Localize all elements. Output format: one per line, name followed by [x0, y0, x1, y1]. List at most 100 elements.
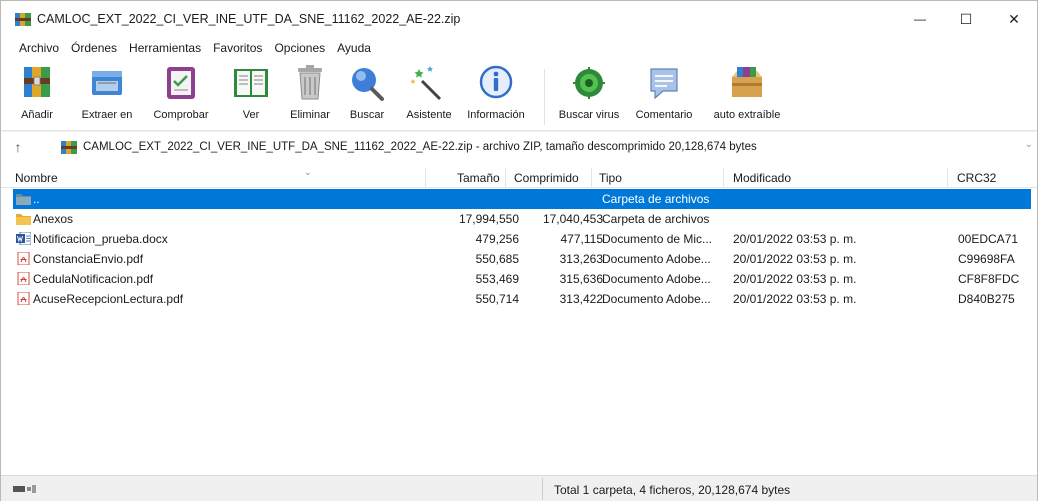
- comment-button[interactable]: Comentario: [631, 63, 697, 129]
- up-folder-button[interactable]: ↑: [9, 139, 27, 155]
- delete-label: Eliminar: [290, 109, 330, 121]
- add-archive-icon: [24, 67, 50, 97]
- winrar-app-icon: [15, 13, 31, 26]
- maximize-button[interactable]: ☐: [943, 1, 989, 37]
- row-name: Anexos: [33, 212, 74, 226]
- winrar-window: CAMLOC_EXT_2022_CI_VER_INE_UTF_DA_SNE_11…: [0, 0, 1038, 501]
- table-row[interactable]: CedulaNotificacion.pdf 553,469 315,636 D…: [13, 269, 1031, 289]
- window-title: CAMLOC_EXT_2022_CI_VER_INE_UTF_DA_SNE_11…: [37, 12, 461, 26]
- row-size: 479,256: [475, 232, 519, 246]
- sfx-label: auto extraíble: [713, 109, 781, 121]
- drive-status-icon[interactable]: [13, 484, 37, 494]
- table-row[interactable]: Anexos 17,994,550 17,040,453 Carpeta de …: [13, 209, 1031, 229]
- virus-scan-button[interactable]: Buscar virus: [553, 63, 625, 129]
- row-packed: 313,422: [559, 292, 603, 306]
- column-divider[interactable]: [425, 168, 426, 188]
- extract-folder-icon: [92, 71, 122, 95]
- add-button[interactable]: Añadir: [15, 63, 59, 129]
- view-button[interactable]: Ver: [229, 63, 273, 129]
- pdf-icon: [17, 252, 30, 265]
- info-label: Información: [467, 109, 525, 121]
- info-button[interactable]: Información: [461, 63, 531, 129]
- table-row[interactable]: AcuseRecepcionLectura.pdf 550,714 313,42…: [13, 289, 1031, 309]
- table-row-parent[interactable]: .. Carpeta de archivos: [13, 189, 1031, 209]
- column-type[interactable]: Tipo: [599, 171, 622, 185]
- menu-bar: Archivo Órdenes Herramientas Favoritos O…: [1, 37, 1037, 59]
- column-header-row: Nombre ⌄ Tamaño Comprimido Tipo Modifica…: [1, 167, 1037, 188]
- row-crc: D840B275: [958, 292, 1015, 306]
- wizard-wand-icon: [410, 66, 442, 101]
- table-row[interactable]: Notificacion_prueba.docx 479,256 477,115…: [13, 229, 1031, 249]
- column-divider[interactable]: [947, 168, 948, 188]
- row-packed: 477,115: [560, 232, 604, 246]
- extract-to-button[interactable]: Extraer en: [78, 63, 136, 129]
- column-name[interactable]: Nombre: [15, 171, 58, 185]
- row-packed: 313,263: [559, 252, 603, 266]
- column-divider[interactable]: [591, 168, 592, 188]
- title-bar: CAMLOC_EXT_2022_CI_VER_INE_UTF_DA_SNE_11…: [1, 1, 1037, 37]
- zip-archive-icon: [61, 140, 77, 154]
- delete-button[interactable]: Eliminar: [284, 63, 336, 129]
- up-arrow-icon: ↑: [14, 139, 22, 155]
- status-divider: [542, 478, 543, 500]
- chevron-down-icon[interactable]: ⌄: [1025, 139, 1033, 150]
- view-book-icon: [234, 69, 268, 97]
- minimize-icon: —: [914, 12, 926, 26]
- column-divider[interactable]: [723, 168, 724, 188]
- address-bar: ↑ CAMLOC_EXT_2022_CI_VER_INE_UTF_DA_SNE_…: [1, 132, 1037, 162]
- row-name: ConstanciaEnvio.pdf: [33, 252, 144, 266]
- row-modified: 20/01/2022 03:53 p. m.: [733, 232, 857, 246]
- menu-archivo[interactable]: Archivo: [13, 37, 65, 59]
- magnifier-icon: [352, 68, 384, 101]
- test-button[interactable]: Comprobar: [149, 63, 213, 129]
- row-size: 17,994,550: [458, 212, 519, 226]
- row-crc: C99698FA: [958, 252, 1015, 266]
- address-text: CAMLOC_EXT_2022_CI_VER_INE_UTF_DA_SNE_11…: [83, 141, 757, 153]
- column-size[interactable]: Tamaño: [457, 171, 500, 185]
- menu-opciones[interactable]: Opciones: [268, 37, 331, 59]
- close-icon: ✕: [1008, 10, 1020, 27]
- address-field[interactable]: CAMLOC_EXT_2022_CI_VER_INE_UTF_DA_SNE_11…: [57, 136, 1033, 158]
- info-icon: [479, 65, 513, 99]
- row-packed: 17,040,453: [542, 212, 603, 226]
- row-type: Carpeta de archivos: [602, 212, 710, 226]
- test-checklist-icon: [167, 67, 195, 99]
- view-label: Ver: [242, 109, 260, 121]
- column-crc[interactable]: CRC32: [957, 171, 996, 185]
- comment-icon: [650, 68, 678, 100]
- status-summary: Total 1 carpeta, 4 ficheros, 20,128,674 …: [554, 483, 791, 497]
- column-packed[interactable]: Comprimido: [514, 171, 579, 185]
- wizard-button[interactable]: Asistente: [401, 63, 457, 129]
- menu-herramientas[interactable]: Herramientas: [123, 37, 207, 59]
- row-packed: 315,636: [559, 272, 603, 286]
- toolbar: Añadir Extraer en Comprobar Ver Eliminar…: [1, 59, 1037, 131]
- row-modified: 20/01/2022 03:53 p. m.: [733, 292, 857, 306]
- add-label: Añadir: [21, 109, 53, 121]
- comment-label: Comentario: [635, 109, 693, 121]
- sfx-button[interactable]: auto extraíble: [707, 63, 787, 129]
- menu-ordenes[interactable]: Órdenes: [65, 37, 123, 59]
- row-size: 550,714: [475, 292, 519, 306]
- maximize-icon: ☐: [959, 10, 973, 27]
- pdf-icon: [17, 292, 30, 305]
- row-modified: 20/01/2022 03:53 p. m.: [733, 252, 857, 266]
- menu-ayuda[interactable]: Ayuda: [331, 37, 377, 59]
- close-button[interactable]: ✕: [991, 1, 1037, 37]
- pdf-icon: [17, 272, 30, 285]
- row-size: 553,469: [475, 272, 519, 286]
- row-name: AcuseRecepcionLectura.pdf: [33, 292, 184, 306]
- table-row[interactable]: ConstanciaEnvio.pdf 550,685 313,263 Docu…: [13, 249, 1031, 269]
- wizard-label: Asistente: [406, 109, 452, 121]
- folder-icon: [16, 214, 31, 225]
- minimize-button[interactable]: —: [897, 1, 943, 37]
- row-name: ..: [33, 192, 40, 206]
- test-label: Comprobar: [153, 109, 209, 121]
- menu-favoritos[interactable]: Favoritos: [207, 37, 268, 59]
- column-modified[interactable]: Modificado: [733, 171, 791, 185]
- row-crc: CF8F8FDC: [958, 272, 1020, 286]
- find-button[interactable]: Buscar: [345, 63, 389, 129]
- sfx-box-icon: [732, 67, 762, 97]
- column-divider[interactable]: [505, 168, 506, 188]
- row-name: Notificacion_prueba.docx: [33, 232, 168, 246]
- row-type: Documento Adobe...: [602, 252, 711, 266]
